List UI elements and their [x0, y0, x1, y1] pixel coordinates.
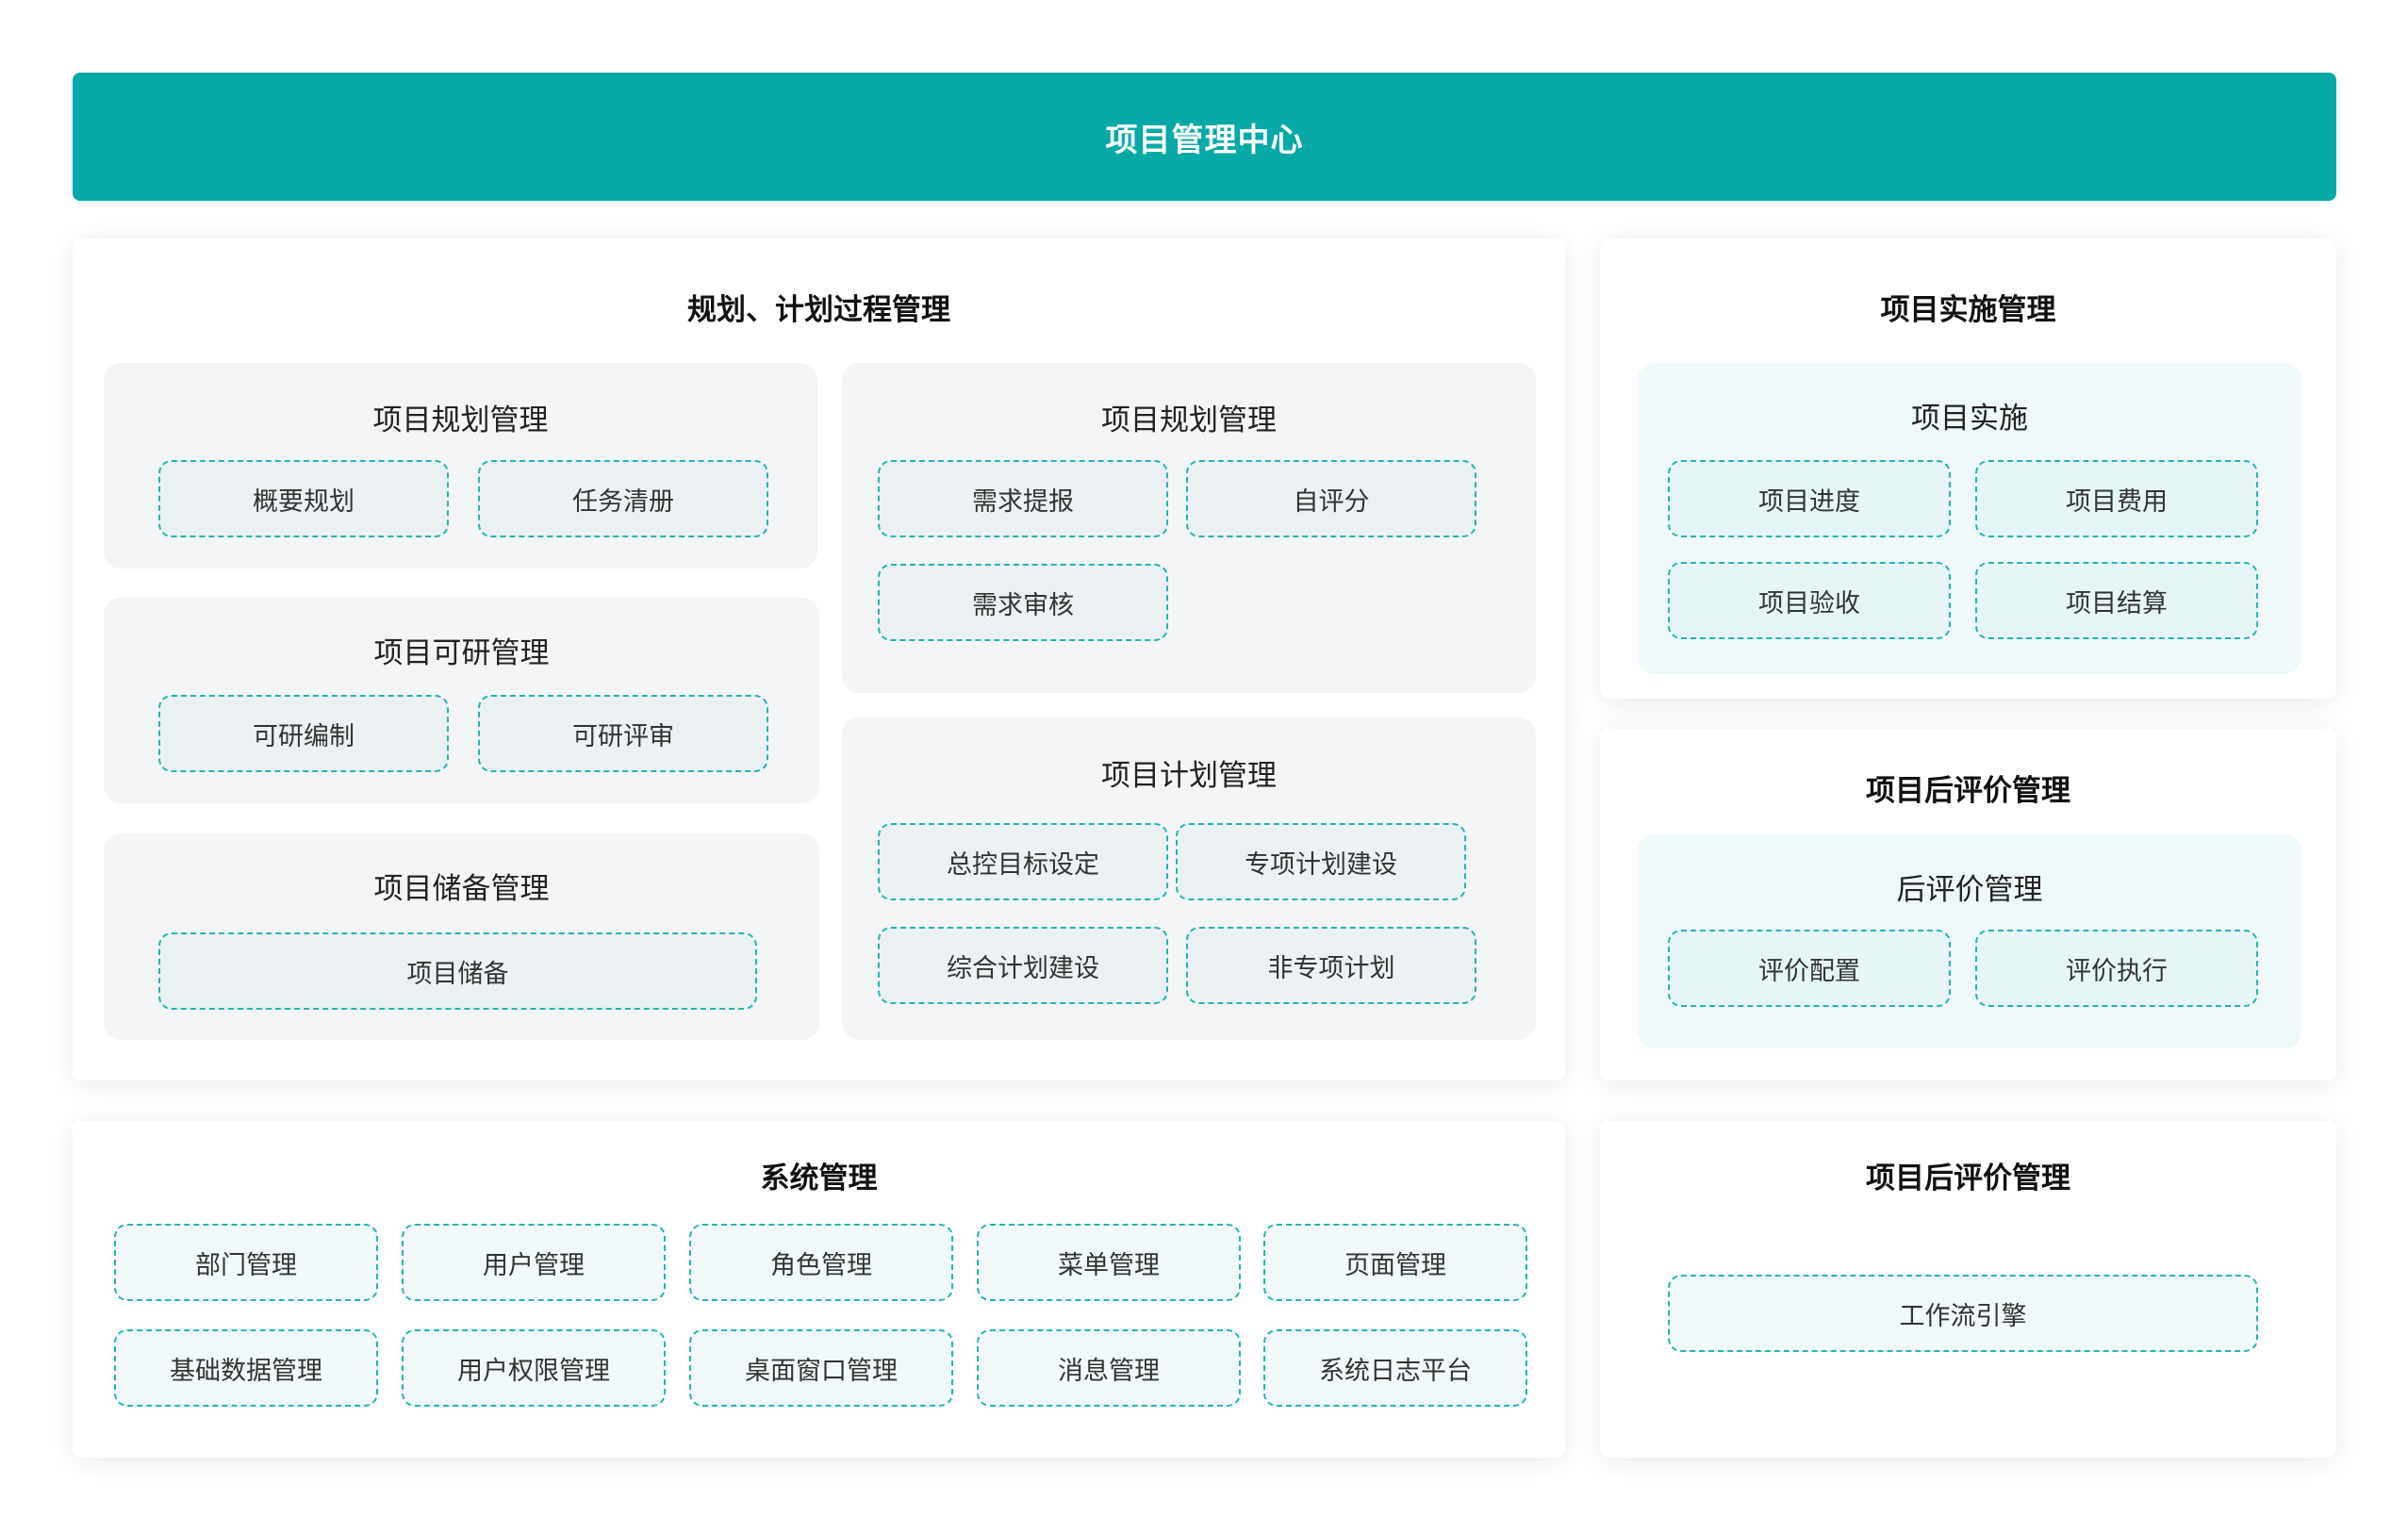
chip-outline-plan[interactable]: 概要规划 [158, 460, 449, 537]
group-feasibility-title: 项目可研管理 [373, 636, 550, 670]
chip-special-plan[interactable]: 专项计划建设 [1176, 823, 1466, 900]
chip-page-mgmt[interactable]: 页面管理 [1263, 1224, 1527, 1301]
group-plan-left-title: 项目规划管理 [372, 404, 549, 437]
chip-project-progress[interactable]: 项目进度 [1668, 460, 1951, 537]
chip-master-target[interactable]: 总控目标设定 [878, 823, 1168, 900]
chip-user-permission-mgmt[interactable]: 用户权限管理 [402, 1329, 666, 1407]
workflow-panel: 项目后评价管理 工作流引擎 [1600, 1121, 2336, 1458]
page-title: 项目管理中心 [1105, 121, 1304, 159]
chip-desktop-window-mgmt[interactable]: 桌面窗口管理 [689, 1329, 953, 1407]
chip-project-reserve[interactable]: 项目储备 [158, 932, 757, 1010]
chip-user-mgmt[interactable]: 用户管理 [402, 1224, 666, 1301]
chip-menu-mgmt[interactable]: 菜单管理 [977, 1224, 1241, 1301]
chip-feasibility-review[interactable]: 可研评审 [478, 695, 768, 772]
group-post-eval-title: 后评价管理 [1896, 873, 2043, 907]
chip-comprehensive-plan[interactable]: 综合计划建设 [878, 927, 1168, 1004]
chip-project-settlement[interactable]: 项目结算 [1975, 562, 2258, 639]
chip-self-score[interactable]: 自评分 [1186, 460, 1476, 537]
group-reserve: 项目储备管理 项目储备 [104, 833, 819, 1040]
system-panel-title: 系统管理 [760, 1162, 878, 1195]
chip-role-mgmt[interactable]: 角色管理 [689, 1224, 953, 1301]
group-plan-right: 项目规划管理 需求提报 自评分 需求审核 [842, 363, 1536, 693]
chip-project-acceptance[interactable]: 项目验收 [1668, 562, 1951, 639]
post-eval-panel-title: 项目后评价管理 [1866, 774, 2070, 808]
chip-feasibility-compile[interactable]: 可研编制 [158, 695, 449, 772]
page-title-banner: 项目管理中心 [73, 73, 2336, 201]
chip-base-data-mgmt[interactable]: 基础数据管理 [114, 1329, 378, 1407]
chip-eval-execute[interactable]: 评价执行 [1975, 930, 2258, 1007]
implementation-panel: 项目实施管理 项目实施 项目进度 项目费用 项目验收 项目结算 [1600, 239, 2336, 699]
chip-system-log-platform[interactable]: 系统日志平台 [1263, 1329, 1527, 1407]
group-post-eval: 后评价管理 评价配置 评价执行 [1638, 834, 2301, 1048]
implementation-panel-title: 项目实施管理 [1880, 293, 2056, 327]
group-plan-left: 项目规划管理 概要规划 任务清册 [104, 363, 817, 569]
chip-eval-config[interactable]: 评价配置 [1668, 930, 1951, 1007]
group-reserve-title: 项目储备管理 [373, 872, 550, 906]
chip-message-mgmt[interactable]: 消息管理 [977, 1329, 1241, 1407]
planning-panel: 规划、计划过程管理 项目规划管理 概要规划 任务清册 项目可研管理 可研编制 可… [73, 239, 1565, 1080]
chip-demand-review[interactable]: 需求审核 [878, 564, 1168, 641]
chip-workflow-engine[interactable]: 工作流引擎 [1668, 1275, 2258, 1352]
group-implementation-title: 项目实施 [1911, 402, 2028, 436]
chip-demand-submit[interactable]: 需求提报 [878, 460, 1168, 537]
workflow-panel-title: 项目后评价管理 [1866, 1162, 2070, 1195]
system-panel: 系统管理 部门管理 用户管理 角色管理 菜单管理 页面管理 基础数据管理 用户权… [73, 1121, 1565, 1458]
planning-panel-title: 规划、计划过程管理 [687, 293, 950, 327]
chip-task-list[interactable]: 任务清册 [478, 460, 768, 537]
group-plan-right-title: 项目规划管理 [1101, 404, 1277, 437]
post-eval-panel: 项目后评价管理 后评价管理 评价配置 评价执行 [1600, 729, 2336, 1080]
chip-project-cost[interactable]: 项目费用 [1975, 460, 2258, 537]
group-schedule: 项目计划管理 总控目标设定 专项计划建设 综合计划建设 非专项计划 [842, 717, 1536, 1040]
group-schedule-title: 项目计划管理 [1101, 759, 1277, 793]
group-implementation: 项目实施 项目进度 项目费用 项目验收 项目结算 [1638, 363, 2301, 674]
group-feasibility: 项目可研管理 可研编制 可研评审 [104, 598, 819, 803]
chip-department-mgmt[interactable]: 部门管理 [114, 1224, 378, 1301]
chip-non-special-plan[interactable]: 非专项计划 [1186, 927, 1476, 1004]
